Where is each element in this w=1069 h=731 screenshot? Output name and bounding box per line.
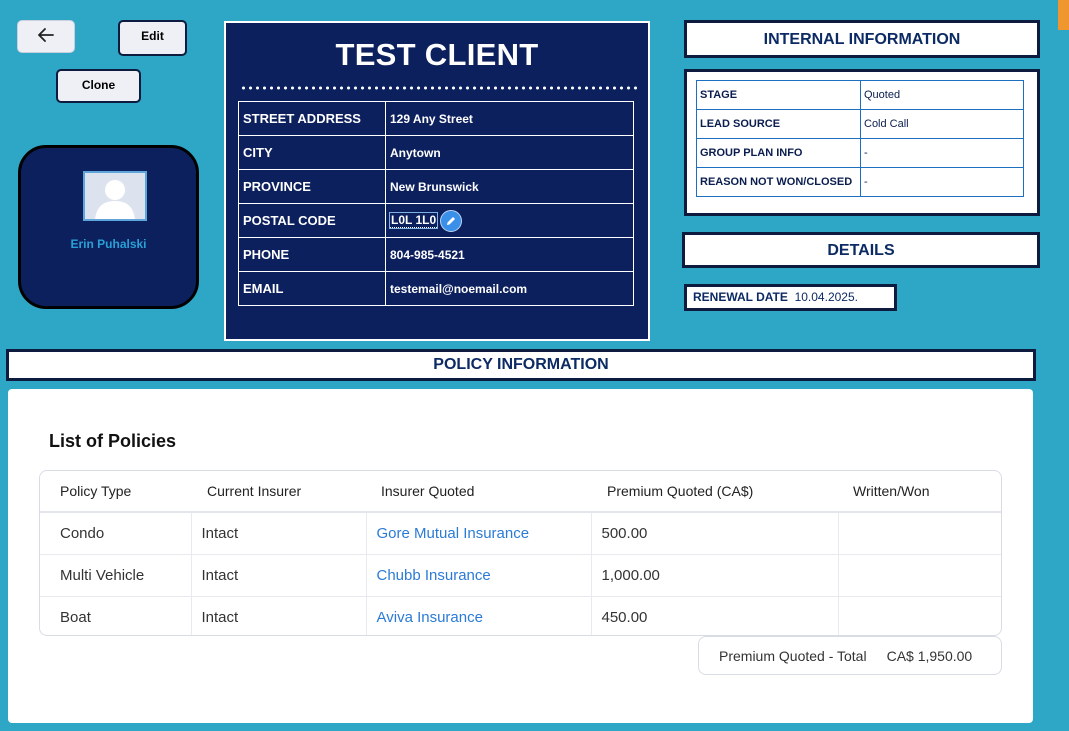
client-value-cell: L0L 1L0: [385, 203, 634, 238]
policy-card: List of Policies Policy Type Current Ins…: [8, 389, 1033, 723]
client-label: STREET ADDRESS: [238, 101, 386, 136]
internal-row-lead-source: LEAD SOURCE Cold Call: [696, 109, 1024, 139]
internal-value: -: [860, 138, 1024, 168]
premium-cell: 450.00: [591, 596, 839, 635]
internal-label: GROUP PLAN INFO: [696, 138, 861, 168]
clone-button[interactable]: Clone: [56, 69, 141, 103]
client-row-province: PROVINCE New Brunswick: [238, 169, 634, 204]
client-label: EMAIL: [238, 271, 386, 306]
column-header: Current Insurer: [191, 471, 366, 513]
corner-accent-tab: [1058, 0, 1069, 30]
current-insurer-cell: Intact: [191, 596, 367, 635]
internal-label: STAGE: [696, 80, 861, 110]
client-value: Anytown: [385, 135, 634, 170]
avatar-name: Erin Puhalski: [70, 237, 147, 251]
written-won-cell[interactable]: [838, 597, 1001, 636]
avatar-card: Erin Puhalski: [18, 145, 199, 309]
client-title: TEST CLIENT: [335, 37, 539, 72]
internal-label: REASON NOT WON/CLOSED: [696, 167, 861, 197]
premium-total-box: Premium Quoted - Total CA$ 1,950.00: [698, 636, 1002, 675]
client-label: PROVINCE: [238, 169, 386, 204]
list-of-policies-title: List of Policies: [49, 431, 177, 451]
written-won-cell[interactable]: [838, 554, 1001, 597]
insurer-quoted-link[interactable]: Aviva Insurance: [377, 609, 483, 626]
policy-type-cell: Multi Vehicle: [40, 554, 192, 597]
insurer-quoted-link[interactable]: Chubb Insurance: [377, 567, 491, 584]
policy-table-container: Policy Type Current Insurer Insurer Quot…: [39, 470, 1002, 636]
renewal-date-label: RENEWAL DATE: [693, 290, 788, 304]
internal-info-header: INTERNAL INFORMATION: [684, 20, 1040, 58]
client-row-street: STREET ADDRESS 129 Any Street: [238, 101, 634, 136]
client-panel: TEST CLIENT STREET ADDRESS 129 Any Stree…: [224, 21, 650, 341]
table-row: Multi Vehicle Intact Chubb Insurance 1,0…: [40, 554, 1001, 597]
insurer-quoted-cell: Aviva Insurance: [366, 596, 592, 635]
premium-cell: 1,000.00: [591, 554, 839, 597]
client-row-email: EMAIL testemail@noemail.com: [238, 271, 634, 306]
postal-code-value: L0L 1L0: [388, 211, 439, 229]
policy-info-header: POLICY INFORMATION: [6, 349, 1036, 381]
client-value: 804-985-4521: [385, 237, 634, 272]
premium-total-label: Premium Quoted - Total: [719, 647, 867, 664]
internal-row-reason: REASON NOT WON/CLOSED -: [696, 167, 1024, 197]
internal-row-stage: STAGE Quoted: [696, 80, 1024, 110]
internal-label: LEAD SOURCE: [696, 109, 861, 139]
current-insurer-cell: Intact: [191, 512, 367, 555]
column-header: Policy Type: [40, 471, 191, 513]
client-label: PHONE: [238, 237, 386, 272]
client-info-table: STREET ADDRESS 129 Any Street CITY Anyto…: [238, 101, 634, 306]
premium-total-value: CA$ 1,950.00: [886, 647, 973, 664]
policy-type-cell: Boat: [40, 596, 192, 635]
internal-info-table: STAGE Quoted LEAD SOURCE Cold Call GROUP…: [696, 80, 1024, 197]
dotted-divider: [240, 86, 638, 90]
table-row: Boat Intact Aviva Insurance 450.00: [40, 596, 1001, 636]
insurer-quoted-cell: Gore Mutual Insurance: [366, 512, 592, 555]
pencil-icon[interactable]: [440, 209, 463, 232]
arrow-left-icon: [38, 28, 54, 45]
details-header: DETAILS: [682, 232, 1040, 268]
client-label: CITY: [238, 135, 386, 170]
policy-type-cell: Condo: [40, 512, 192, 555]
client-value: testemail@noemail.com: [385, 271, 634, 306]
table-row: Condo Intact Gore Mutual Insurance 500.0…: [40, 512, 1001, 555]
internal-row-group-plan: GROUP PLAN INFO -: [696, 138, 1024, 168]
current-insurer-cell: Intact: [191, 554, 367, 597]
column-header: Written/Won: [838, 471, 1001, 513]
internal-value: -: [860, 167, 1024, 197]
internal-value: Cold Call: [860, 109, 1024, 139]
client-row-postal-code: POSTAL CODE L0L 1L0: [238, 203, 634, 238]
client-row-city: CITY Anytown: [238, 135, 634, 170]
user-silhouette-icon: [85, 173, 145, 219]
column-header: Insurer Quoted: [366, 471, 591, 513]
client-row-phone: PHONE 804-985-4521: [238, 237, 634, 272]
internal-info-panel: STAGE Quoted LEAD SOURCE Cold Call GROUP…: [684, 69, 1040, 216]
renewal-date-value: 10.04.2025.: [794, 290, 858, 304]
client-label: POSTAL CODE: [238, 203, 386, 238]
edit-button[interactable]: Edit: [118, 20, 187, 56]
column-header: Premium Quoted (CA$): [591, 471, 838, 513]
policy-table: Policy Type Current Insurer Insurer Quot…: [40, 471, 1001, 636]
avatar: [83, 171, 147, 221]
written-won-cell[interactable]: [838, 512, 1001, 555]
insurer-quoted-link[interactable]: Gore Mutual Insurance: [377, 525, 530, 542]
client-value: 129 Any Street: [385, 101, 634, 136]
premium-cell: 500.00: [591, 512, 839, 555]
renewal-date-box: RENEWAL DATE 10.04.2025.: [684, 284, 897, 311]
internal-value: Quoted: [860, 80, 1024, 110]
client-value: New Brunswick: [385, 169, 634, 204]
policy-table-header: Policy Type Current Insurer Insurer Quot…: [40, 471, 1001, 513]
insurer-quoted-cell: Chubb Insurance: [366, 554, 592, 597]
back-button[interactable]: [17, 20, 75, 53]
